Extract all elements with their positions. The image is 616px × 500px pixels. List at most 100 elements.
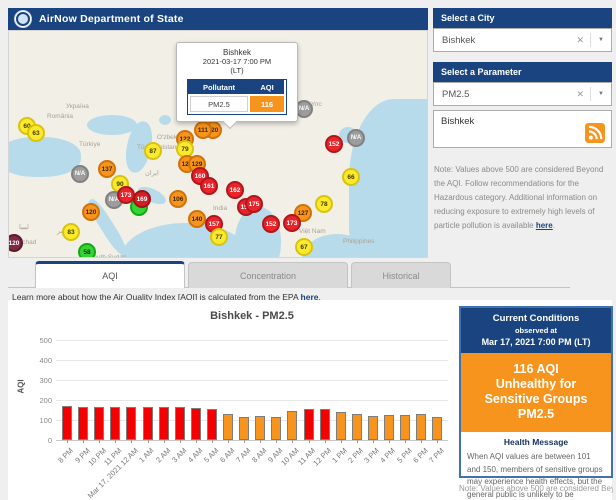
chart-bar[interactable] bbox=[368, 416, 378, 440]
chart-bar[interactable] bbox=[432, 417, 442, 440]
aqi-marker[interactable]: 63 bbox=[27, 124, 45, 142]
tab-aqi[interactable]: AQI bbox=[35, 261, 185, 288]
x-tick-label: 5 PM bbox=[395, 446, 414, 465]
aqi-marker[interactable]: 77 bbox=[210, 228, 228, 246]
chart-bar[interactable] bbox=[191, 408, 201, 440]
x-tick bbox=[164, 440, 165, 443]
chart-bar[interactable] bbox=[110, 407, 120, 440]
popup-col-aqi: AQI bbox=[250, 80, 284, 94]
aqi-marker[interactable]: 173 bbox=[117, 186, 135, 204]
chart-bar[interactable] bbox=[336, 412, 346, 440]
aqi-marker[interactable]: 161 bbox=[200, 177, 218, 195]
x-tick-label: 5 AM bbox=[202, 446, 220, 464]
rss-icon[interactable] bbox=[585, 123, 605, 143]
map-label: ليبيا bbox=[19, 223, 29, 231]
chart-bar[interactable] bbox=[271, 417, 281, 440]
aqi-marker[interactable]: 87 bbox=[144, 142, 162, 160]
city-select[interactable]: Bishkek ✕ ▼ bbox=[433, 28, 612, 52]
x-tick-label: 4 AM bbox=[186, 446, 204, 464]
aqi-marker[interactable]: 83 bbox=[62, 223, 80, 241]
map-label: Türkiye bbox=[79, 141, 100, 148]
aqi-marker[interactable]: 152 bbox=[325, 135, 343, 153]
chart-bar[interactable] bbox=[287, 411, 297, 440]
aqi-marker[interactable]: 67 bbox=[295, 238, 313, 256]
aqi-marker[interactable]: 58 bbox=[78, 243, 96, 258]
x-tick bbox=[115, 440, 116, 443]
x-tick bbox=[83, 440, 84, 443]
x-tick-label: 4 PM bbox=[379, 446, 398, 465]
chart-bar[interactable] bbox=[304, 409, 314, 440]
aqi-marker[interactable]: 169 bbox=[133, 190, 151, 208]
parameter-select[interactable]: PM2.5 ✕ ▼ bbox=[433, 82, 612, 106]
x-tick bbox=[260, 440, 261, 443]
chart-bar[interactable] bbox=[400, 415, 410, 440]
tab-historical[interactable]: Historical bbox=[351, 262, 451, 288]
popup-table: Pollutant AQI PM2.5 116 bbox=[187, 79, 287, 115]
aqi-marker[interactable]: 137 bbox=[98, 160, 116, 178]
pacific-ocean bbox=[349, 99, 428, 258]
aqi-marker[interactable]: 140 bbox=[188, 210, 206, 228]
aqi-map[interactable]: УкраїнаRomâniaTürkiyeO'zbekistonTürkmeni… bbox=[8, 30, 428, 258]
aqi-marker[interactable]: 106 bbox=[169, 190, 187, 208]
chevron-down-icon[interactable]: ▼ bbox=[591, 37, 611, 43]
x-tick bbox=[373, 440, 374, 443]
aqi-marker[interactable]: 111 bbox=[194, 121, 212, 139]
chart-bar[interactable] bbox=[223, 414, 233, 440]
conditions-aqi-value: 116 AQI bbox=[467, 362, 605, 377]
note-here-link[interactable]: here bbox=[536, 221, 553, 230]
chevron-down-icon[interactable]: ▼ bbox=[591, 91, 611, 97]
clear-icon[interactable]: ✕ bbox=[571, 89, 591, 100]
chart-bar[interactable] bbox=[94, 407, 104, 440]
chart-bar[interactable] bbox=[126, 407, 136, 440]
clear-icon[interactable]: ✕ bbox=[571, 35, 591, 46]
beyond-aqi-note: Note: Values above 500 are considered Be… bbox=[434, 163, 606, 233]
chart-bar[interactable] bbox=[78, 407, 88, 440]
x-tick-label: 6 AM bbox=[218, 446, 236, 464]
conditions-aqi-category: Unhealthy for Sensitive Groups bbox=[467, 377, 605, 407]
chart-bar[interactable] bbox=[143, 407, 153, 440]
conditions-header: Current Conditions observed at Mar 17, 2… bbox=[461, 308, 611, 353]
aqi-marker[interactable]: 173 bbox=[283, 214, 301, 232]
tab-concentration[interactable]: Concentration bbox=[188, 262, 348, 288]
y-tick-label: 400 bbox=[32, 356, 52, 365]
chart-bar[interactable] bbox=[159, 407, 169, 440]
popup-aqi-value: 116 bbox=[250, 96, 284, 112]
map-label: România bbox=[47, 113, 73, 120]
x-tick-label: 3 PM bbox=[363, 446, 382, 465]
map-label: Việt Nam bbox=[299, 228, 326, 235]
chart-bar[interactable] bbox=[255, 416, 265, 440]
aqi-marker[interactable]: 152 bbox=[262, 215, 280, 233]
y-tick-label: 500 bbox=[32, 336, 52, 345]
x-tick-label: 1 AM bbox=[137, 446, 155, 464]
x-tick bbox=[228, 440, 229, 443]
city-textbox[interactable]: Bishkek bbox=[433, 110, 612, 148]
aqi-marker[interactable]: 120 bbox=[82, 203, 100, 221]
popup-datetime: 2021-03-17 7:00 PM bbox=[181, 57, 293, 66]
x-tick bbox=[131, 440, 132, 443]
x-tick bbox=[196, 440, 197, 443]
chart-bar[interactable] bbox=[175, 407, 185, 440]
chart-bar[interactable] bbox=[352, 414, 362, 440]
aral-sea bbox=[159, 115, 171, 125]
popup-pollutant-value: PM2.5 bbox=[190, 96, 248, 112]
aqi-marker[interactable]: N/A bbox=[347, 129, 365, 147]
chart-bar[interactable] bbox=[320, 409, 330, 440]
chart-bar[interactable] bbox=[239, 417, 249, 440]
health-message-title: Health Message bbox=[467, 437, 605, 447]
chart-bar[interactable] bbox=[207, 409, 217, 440]
aqi-marker[interactable]: N/A bbox=[71, 165, 89, 183]
aqi-marker[interactable]: 175 bbox=[245, 195, 263, 213]
aqi-marker[interactable]: 78 bbox=[315, 195, 333, 213]
page: AirNow Department of State УкраїнаRomâni… bbox=[0, 0, 616, 500]
x-tick bbox=[67, 440, 68, 443]
gridline bbox=[56, 340, 448, 341]
chart-bar[interactable] bbox=[384, 415, 394, 440]
conditions-aqi-block: 116 AQI Unhealthy for Sensitive Groups P… bbox=[461, 353, 611, 432]
aqi-marker[interactable]: 162 bbox=[226, 181, 244, 199]
chart-bar[interactable] bbox=[62, 406, 72, 440]
aqi-marker[interactable]: 66 bbox=[342, 168, 360, 186]
aqi-marker[interactable]: 120 bbox=[8, 234, 23, 252]
conditions-title: Current Conditions bbox=[463, 313, 609, 324]
chart-bar[interactable] bbox=[416, 414, 426, 440]
app-header: AirNow Department of State bbox=[8, 8, 428, 30]
